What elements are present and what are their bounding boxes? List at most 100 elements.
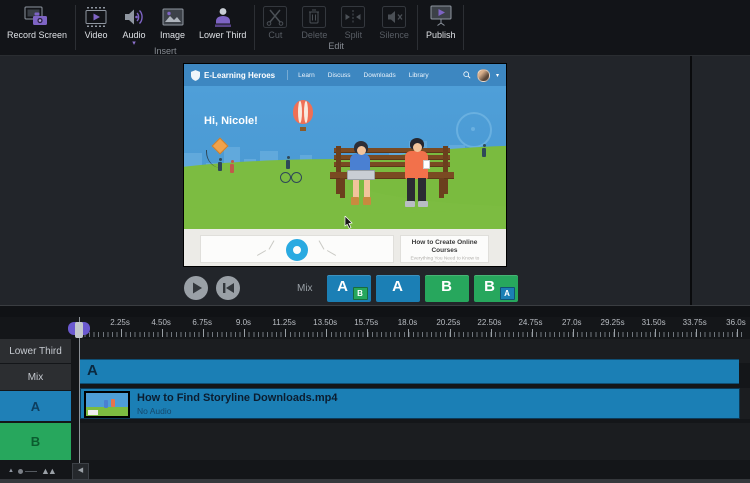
zoom-out-icon[interactable]: ▲ [8,468,14,474]
ruler-tick-label: 6.75s [192,318,212,327]
track-lane-b[interactable] [80,423,750,460]
track-label: B [31,434,40,449]
image-button[interactable]: Image [153,3,192,40]
ruler-major-tick [121,329,122,337]
ruler-tick-label: 4.50s [151,318,171,327]
ruler-major-tick [162,329,163,337]
mouse-cursor [344,216,353,229]
clip-storyline-downloads[interactable]: How to Find Storyline Downloads.mp4 No A… [80,388,740,419]
track-header-lower-third[interactable]: Lower Third [0,339,71,363]
pane-divider[interactable] [690,56,692,305]
track-header-a[interactable]: A [0,391,71,421]
site-nav: E-Learning Heroes LearnDiscussDownloadsL… [184,64,506,86]
site-nav-item-library[interactable]: Library [409,72,429,79]
track-header-b[interactable]: B [0,423,71,460]
mix-buttons: ABABBA [327,275,518,302]
site-nav-item-downloads[interactable]: Downloads [364,72,396,79]
audio-button[interactable]: Audio▾ [115,3,153,46]
clip-audio-status: No Audio [137,406,172,416]
ruler-major-tick [532,329,533,337]
publish-icon [428,5,454,29]
silence-button: Silence [372,3,416,40]
track-header-mix[interactable]: Mix [0,364,71,390]
toolbar-group-label [0,41,74,55]
mix-button-ab[interactable]: AB [327,275,371,302]
ruler-major-tick [450,329,451,337]
ruler-tick-label: 2.25s [110,318,130,327]
mix-button-b[interactable]: B [425,275,469,302]
toolbar: Record Screen Video Audio▾ImageLower Third… [0,0,750,56]
toolbar-button-label: Publish [426,30,456,40]
cut-button: Cut [256,3,294,40]
timeline-zoom-control[interactable]: ▲ ▲▲ [8,466,55,476]
cut-icon [263,5,287,29]
ruler-tick-label: 29.25s [601,318,625,327]
promo-card[interactable]: How to Create Online Courses Everything … [400,235,489,263]
logo-card[interactable] [200,235,394,263]
site-nav-item-discuss[interactable]: Discuss [328,72,351,79]
avatar[interactable] [477,69,490,82]
ruler-tick-label: 9.0s [236,318,251,327]
toolbar-group-publish: Publish [419,0,463,55]
replay-app-window: Record ScreenVideoAudio▾ImageLower Third… [0,0,750,483]
lower-third-icon [211,5,235,29]
video-button[interactable]: Video [77,3,115,40]
site-nav-item-learn[interactable]: Learn [298,72,315,79]
ferris-wheel [456,112,492,148]
ruler-tick-label: 22.50s [477,318,501,327]
preview-pane: E-Learning Heroes LearnDiscussDownloadsL… [0,56,750,305]
toolbar-group-insert: VideoAudio▾ImageLower ThirdInsert [77,0,253,55]
scroll-left-button[interactable]: ◀ [72,463,89,480]
toolbar-button-label: Silence [379,30,409,40]
playhead-handle[interactable] [68,322,90,335]
ruler-major-tick [655,329,656,337]
track-label: Lower Third [9,346,62,357]
video-icon [84,5,108,29]
mix-button-ba[interactable]: BA [474,275,518,302]
mix-segment-label: A [87,362,98,379]
ruler-tick-label: 20.25s [436,318,460,327]
video-preview[interactable]: E-Learning Heroes LearnDiscussDownloadsL… [183,63,507,267]
search-icon[interactable] [463,71,471,79]
play-button[interactable] [183,275,209,301]
mix-button-a[interactable]: A [376,275,420,302]
toolbar-separator [417,5,418,50]
promo-card-subtitle: Everything You Need to Know to Get Start… [408,256,481,263]
mix-badge-letter: A [500,287,515,300]
promo-card-title: How to Create Online Courses [401,236,488,255]
split-button: Split [334,3,372,40]
toolbar-button-label: Split [345,30,363,40]
lower-third-button[interactable]: Lower Third [192,3,253,40]
toolbar-group-label: Edit [256,41,416,55]
zoom-in-icon[interactable]: ▲▲ [41,466,55,476]
ruler-tick-label: 27.0s [562,318,582,327]
toolbar-button-label: Record Screen [7,30,67,40]
chevron-down-icon[interactable]: ▾ [496,72,499,79]
playback-controls: Mix ABABBA [183,274,528,302]
hero-illustration: Hi, Nicole! [184,86,506,229]
mix-main-letter: B [425,278,469,295]
track-label: A [31,399,40,414]
record-screen-icon [24,5,50,29]
mix-track-segment[interactable]: A [80,359,739,384]
ruler-major-tick [573,329,574,337]
zoom-slider-handle[interactable] [18,469,23,474]
nav-divider [287,70,288,80]
greeting-text: Hi, Nicole! [204,115,258,127]
ruler-major-tick [491,329,492,337]
split-icon [341,5,365,29]
timeline-ruler[interactable]: 2.25s4.50s6.75s9.0s11.25s13.50s15.75s18.… [0,317,750,339]
horizontal-scrollbar[interactable] [0,479,750,483]
record-screen-button[interactable]: Record Screen [0,3,74,40]
site-nav-items: Learn Discuss Downloads Library [298,72,428,79]
toolbar-button-label: Audio [123,30,146,40]
silence-icon [382,5,406,29]
restart-button[interactable] [215,275,241,301]
playhead-line [79,317,80,479]
timeline: 2.25s4.50s6.75s9.0s11.25s13.50s15.75s18.… [0,305,750,483]
toolbar-button-label: Video [85,30,108,40]
ruler-major-tick [285,329,286,337]
ruler-tick-label: 18.0s [398,318,418,327]
toolbar-button-label: Cut [268,30,282,40]
publish-button[interactable]: Publish [419,3,463,40]
